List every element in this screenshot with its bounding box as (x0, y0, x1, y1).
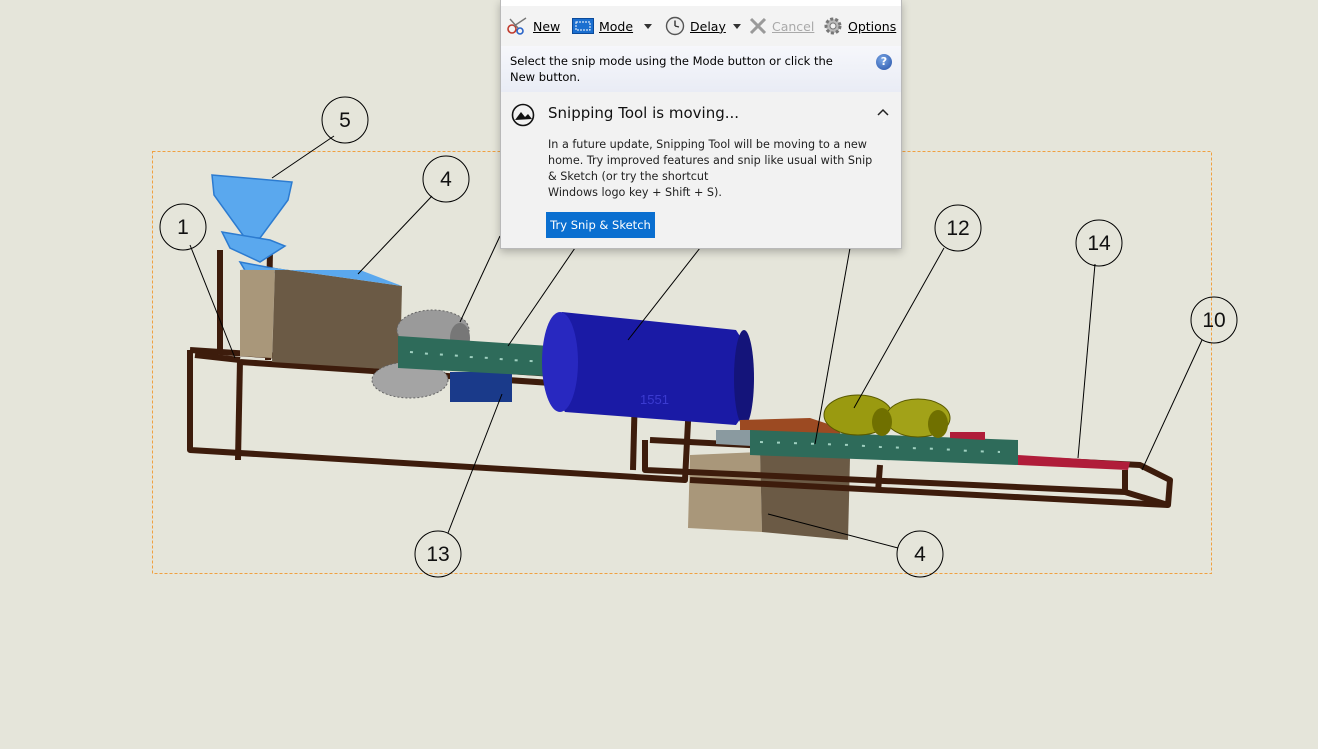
snipping-tool-window: New Mode Delay Cancel Options Select the… (500, 0, 902, 249)
clock-icon (665, 16, 685, 36)
notice-body: In a future update, Snipping Tool will b… (548, 137, 873, 201)
delay-dropdown-arrow[interactable] (733, 24, 741, 29)
help-icon[interactable]: ? (876, 54, 892, 70)
new-label: New (533, 18, 561, 34)
notice-title: Snipping Tool is moving... (548, 104, 740, 122)
svg-text:1: 1 (177, 216, 189, 239)
balloon-10: 10 (1190, 296, 1238, 344)
balloon-5: 5 (321, 96, 369, 144)
svg-text:12: 12 (946, 217, 969, 240)
try-snip-sketch-button[interactable]: Try Snip & Sketch (546, 212, 655, 238)
svg-text:4: 4 (914, 543, 926, 566)
new-button[interactable]: New (506, 15, 560, 37)
notice-line: & Sketch (or try the shortcut (548, 170, 709, 183)
svg-text:4: 4 (440, 168, 452, 191)
chevron-up-icon[interactable] (877, 108, 889, 116)
balloon-4-upper: 4 (422, 155, 470, 203)
scissors-icon (507, 17, 527, 35)
cancel-button[interactable]: Cancel (749, 15, 814, 37)
upper-box (240, 268, 402, 370)
balloon-1: 1 (159, 203, 207, 251)
svg-text:10: 10 (1202, 309, 1225, 332)
svg-text:5: 5 (339, 109, 351, 132)
gear-icon (824, 17, 842, 35)
lower-box (688, 452, 850, 540)
delay-label: Delay (690, 18, 726, 34)
mode-rectangle-icon (572, 18, 594, 34)
options-label: Options (848, 18, 897, 34)
delay-button[interactable]: Delay (665, 15, 726, 37)
notice-line: home. Try improved features and snip lik… (548, 154, 873, 167)
balloon-13: 13 (414, 530, 462, 578)
svg-text:1551: 1551 (640, 392, 669, 407)
mode-label: Mode (599, 18, 634, 34)
balloon-12: 12 (934, 204, 982, 252)
mode-button[interactable]: Mode (572, 15, 633, 37)
cooling-rollers (823, 394, 951, 438)
snipping-tool-notice: Snipping Tool is moving... In a future u… (501, 92, 901, 248)
balloon-14: 14 (1075, 219, 1123, 267)
snip-hint-bar: Select the snip mode using the Mode butt… (501, 46, 901, 92)
snip-toolbar: New Mode Delay Cancel Options (501, 6, 901, 46)
svg-text:14: 14 (1087, 232, 1111, 255)
notice-line: Windows logo key + Shift + S). (548, 186, 722, 199)
cancel-label: Cancel (772, 18, 815, 34)
motor: 1551 (542, 312, 754, 426)
notice-line: In a future update, Snipping Tool will b… (548, 138, 867, 151)
mode-dropdown-arrow[interactable] (644, 24, 652, 29)
options-button[interactable]: Options (823, 15, 896, 37)
balloon-4-lower: 4 (896, 530, 944, 578)
hopper (211, 174, 293, 275)
gearbox (450, 372, 512, 402)
snip-hint-text: Select the snip mode using the Mode butt… (510, 54, 833, 84)
snip-sketch-icon (511, 103, 535, 127)
svg-text:13: 13 (426, 543, 449, 566)
cancel-x-icon (749, 17, 767, 35)
